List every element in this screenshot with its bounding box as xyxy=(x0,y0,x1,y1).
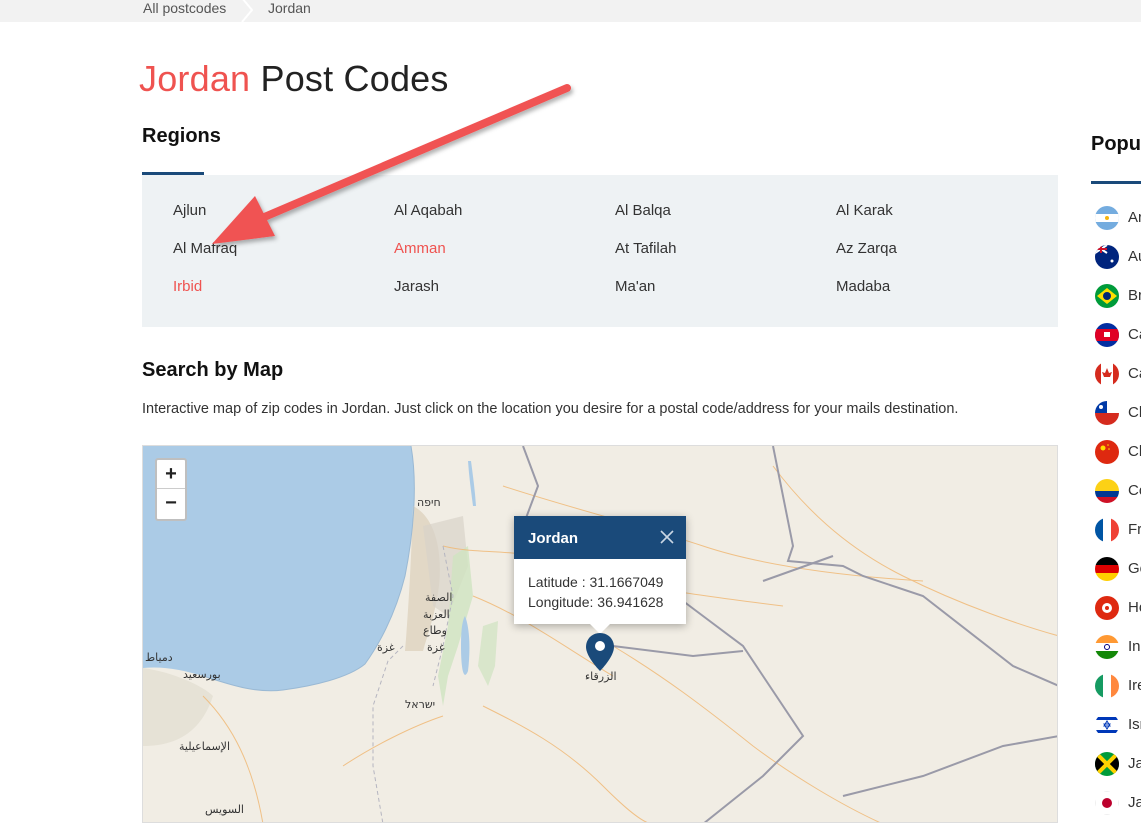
popup-header: Jordan xyxy=(514,516,686,559)
breadcrumb-all-postcodes[interactable]: All postcodes xyxy=(143,0,226,17)
map-label: ישראל xyxy=(405,698,436,711)
flag-australia-icon xyxy=(1095,245,1119,269)
country-name: Br xyxy=(1128,287,1141,304)
region-link[interactable]: Al Aqabah xyxy=(394,202,462,219)
country-name: Ge xyxy=(1128,560,1141,577)
flag-cambodia-icon xyxy=(1095,323,1119,347)
flag-argentina-icon xyxy=(1095,206,1119,230)
page-title-rest: Post Codes xyxy=(250,58,449,99)
region-link[interactable]: Al Balqa xyxy=(615,202,671,219)
region-link[interactable]: Ajlun xyxy=(173,202,206,219)
flag-india-icon xyxy=(1095,635,1119,659)
country-name: Ch xyxy=(1128,443,1141,460)
country-name: Isr xyxy=(1128,716,1141,733)
country-name: Ch xyxy=(1128,404,1141,421)
popular-countries-underline xyxy=(1091,181,1141,184)
breadcrumb-separator-icon xyxy=(241,0,254,22)
region-link[interactable]: Az Zarqa xyxy=(836,240,897,257)
map-label: غزة xyxy=(377,641,395,654)
interactive-map[interactable]: חיפה الصفة العزبة وطاع غزة غزة دمياط بور… xyxy=(142,445,1058,823)
region-link[interactable]: Irbid xyxy=(173,278,202,295)
flag-hong-kong-icon xyxy=(1095,596,1119,620)
country-name: Ire xyxy=(1128,677,1141,694)
popup-latitude: Latitude : 31.1667049 xyxy=(528,574,664,590)
region-link[interactable]: Madaba xyxy=(836,278,890,295)
country-name: Au xyxy=(1128,248,1141,265)
popular-countries-heading: Popu xyxy=(1091,133,1141,155)
country-name: Ca xyxy=(1128,326,1141,343)
map-label: وطاع xyxy=(423,624,447,637)
country-name: Ar xyxy=(1128,209,1141,226)
region-link[interactable]: Ma'an xyxy=(615,278,655,295)
popup-body: Latitude : 31.1667049 Longitude: 36.9416… xyxy=(514,559,686,612)
map-label: دمياط xyxy=(145,651,173,664)
country-name: Ca xyxy=(1128,365,1141,382)
zoom-control: + − xyxy=(155,458,187,521)
country-name: Fr xyxy=(1128,521,1141,538)
region-link[interactable]: Jarash xyxy=(394,278,439,295)
flag-jamaica-icon xyxy=(1095,752,1119,776)
map-popup: Jordan Latitude : 31.1667049 Longitude: … xyxy=(514,516,686,634)
country-name: In xyxy=(1128,638,1141,655)
map-pin-icon[interactable] xyxy=(585,632,615,672)
flag-brazil-icon xyxy=(1095,284,1119,308)
breadcrumb: All postcodes Jordan xyxy=(0,0,1141,22)
map-label: الصفة xyxy=(425,591,453,604)
region-link[interactable]: Al Mafraq xyxy=(173,240,237,257)
flag-france-icon xyxy=(1095,518,1119,542)
country-name: Ho xyxy=(1128,599,1141,616)
close-icon[interactable] xyxy=(658,528,676,546)
flag-ireland-icon xyxy=(1095,674,1119,698)
flag-israel-icon xyxy=(1095,713,1119,737)
flag-japan-icon xyxy=(1095,791,1119,815)
regions-list: Ajlun Al Aqabah Al Balqa Al Karak Al Maf… xyxy=(142,175,1058,327)
map-label: السويس xyxy=(205,803,244,816)
map-label: العزبة xyxy=(423,608,450,621)
flag-china-icon xyxy=(1095,440,1119,464)
map-label: الإسماعيلية xyxy=(179,740,230,753)
country-name: Ja xyxy=(1128,794,1141,811)
zoom-out-button[interactable]: − xyxy=(157,489,185,518)
zoom-in-button[interactable]: + xyxy=(157,460,185,489)
breadcrumb-jordan: Jordan xyxy=(268,0,311,16)
search-by-map-heading: Search by Map xyxy=(142,359,284,381)
country-name: Ja xyxy=(1128,755,1141,772)
popup-title: Jordan xyxy=(528,530,579,547)
map-label: بورسعيد xyxy=(183,668,221,681)
flag-germany-icon xyxy=(1095,557,1119,581)
popup-longitude: Longitude: 36.941628 xyxy=(528,594,664,610)
region-link[interactable]: Al Karak xyxy=(836,202,893,219)
page-title-accent: Jordan xyxy=(139,58,251,99)
region-link[interactable]: At Tafilah xyxy=(615,240,676,257)
regions-heading: Regions xyxy=(142,125,221,147)
page-title: Jordan Post Codes xyxy=(139,58,449,100)
flag-chile-icon xyxy=(1095,401,1119,425)
flag-colombia-icon xyxy=(1095,479,1119,503)
region-link[interactable]: Amman xyxy=(394,240,446,257)
map-label: חיפה xyxy=(417,496,441,509)
map-label: غزة xyxy=(427,641,445,654)
search-by-map-description: Interactive map of zip codes in Jordan. … xyxy=(142,401,959,417)
country-name: Co xyxy=(1128,482,1141,499)
flag-canada-icon xyxy=(1095,362,1119,386)
